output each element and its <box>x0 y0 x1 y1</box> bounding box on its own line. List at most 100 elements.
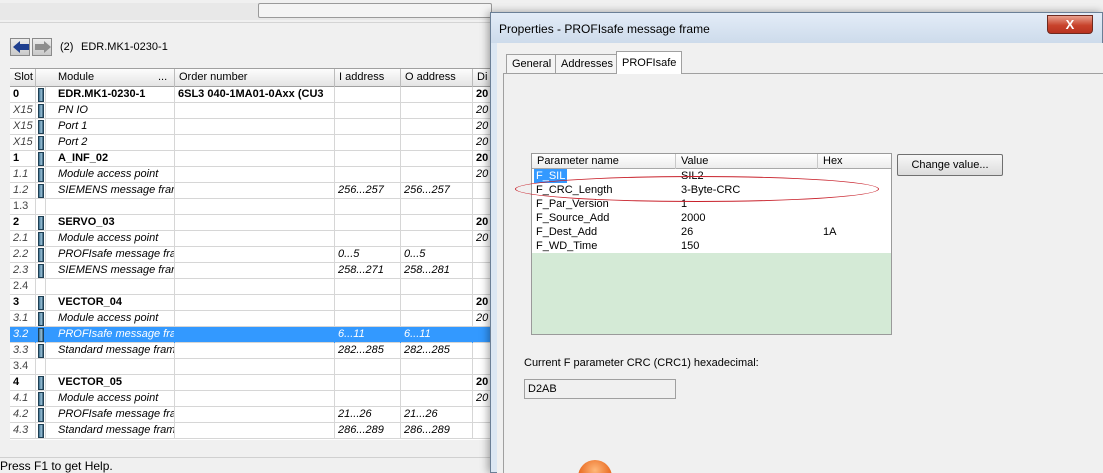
column-header-o-address[interactable]: O address <box>401 69 473 87</box>
module-cell[interactable]: PROFIsafe message fra <box>46 247 175 263</box>
slot-cell[interactable]: 3 <box>10 295 36 311</box>
icon-cell[interactable] <box>36 311 46 327</box>
icon-cell[interactable] <box>36 375 46 391</box>
i-address-cell[interactable]: 21...26 <box>335 407 401 423</box>
icon-cell[interactable] <box>36 263 46 279</box>
module-cell[interactable]: Standard message fram <box>46 343 175 359</box>
o-address-cell[interactable] <box>401 167 473 183</box>
icon-cell[interactable] <box>36 423 46 439</box>
order-number-cell[interactable] <box>175 263 335 279</box>
order-number-cell[interactable] <box>175 231 335 247</box>
order-number-cell[interactable] <box>175 151 335 167</box>
module-cell[interactable]: Port 2 <box>46 135 175 151</box>
i-address-cell[interactable] <box>335 87 401 103</box>
o-address-cell[interactable]: 21...26 <box>401 407 473 423</box>
column-header-hex[interactable]: Hex <box>818 154 891 169</box>
table-row[interactable]: 2.1 Module access point 20 <box>10 231 492 247</box>
i-address-cell[interactable] <box>335 359 401 375</box>
icon-cell[interactable] <box>36 103 46 119</box>
o-address-cell[interactable]: 282...285 <box>401 343 473 359</box>
table-row[interactable]: X15 Port 1 20 <box>10 119 492 135</box>
slot-cell[interactable]: 2.2 <box>10 247 36 263</box>
i-address-cell[interactable] <box>335 279 401 295</box>
i-address-cell[interactable]: 282...285 <box>335 343 401 359</box>
icon-cell[interactable] <box>36 295 46 311</box>
close-button[interactable]: X <box>1047 15 1093 34</box>
i-address-cell[interactable] <box>335 167 401 183</box>
slot-cell[interactable]: 4 <box>10 375 36 391</box>
table-row[interactable]: 1 A_INF_02 20 <box>10 151 492 167</box>
icon-cell[interactable] <box>36 135 46 151</box>
slot-cell[interactable]: X15 <box>10 119 36 135</box>
icon-cell[interactable] <box>36 119 46 135</box>
table-row[interactable]: 4 VECTOR_05 20 <box>10 375 492 391</box>
tab-addresses[interactable]: Addresses <box>555 54 619 73</box>
slot-cell[interactable]: 2.1 <box>10 231 36 247</box>
scrollbar-thumb[interactable] <box>258 3 492 18</box>
module-cell[interactable]: Port 1 <box>46 119 175 135</box>
table-row[interactable]: 2.3 SIEMENS message fran 258...271 258...28… <box>10 263 492 279</box>
order-number-cell[interactable] <box>175 247 335 263</box>
order-number-cell[interactable]: 6SL3 040-1MA01-0Axx (CU3 <box>175 87 335 103</box>
order-number-cell[interactable] <box>175 375 335 391</box>
i-address-cell[interactable] <box>335 375 401 391</box>
module-cell[interactable]: VECTOR_05 <box>46 375 175 391</box>
order-number-cell[interactable] <box>175 327 335 343</box>
slot-cell[interactable]: 2.4 <box>10 279 36 295</box>
slot-cell[interactable]: X15 <box>10 103 36 119</box>
module-cell[interactable]: PN IO <box>46 103 175 119</box>
o-address-cell[interactable] <box>401 215 473 231</box>
order-number-cell[interactable] <box>175 391 335 407</box>
column-header-i-address[interactable]: I address <box>335 69 401 87</box>
table-row[interactable]: 4.1 Module access point 20 <box>10 391 492 407</box>
i-address-cell[interactable] <box>335 151 401 167</box>
icon-cell[interactable] <box>36 183 46 199</box>
module-cell[interactable] <box>46 279 175 295</box>
module-cell[interactable]: Module access point <box>46 311 175 327</box>
module-cell[interactable]: VECTOR_04 <box>46 295 175 311</box>
table-row[interactable]: 2.4 <box>10 279 492 295</box>
table-row[interactable]: 1.3 <box>10 199 492 215</box>
order-number-cell[interactable] <box>175 103 335 119</box>
o-address-cell[interactable] <box>401 87 473 103</box>
order-number-cell[interactable] <box>175 183 335 199</box>
i-address-cell[interactable]: 6...11 <box>335 327 401 343</box>
o-address-cell[interactable] <box>401 135 473 151</box>
icon-cell[interactable] <box>36 199 46 215</box>
o-address-cell[interactable] <box>401 375 473 391</box>
slot-cell[interactable]: 1.2 <box>10 183 36 199</box>
o-address-cell[interactable] <box>401 311 473 327</box>
i-address-cell[interactable] <box>335 391 401 407</box>
table-row[interactable]: 2.2 PROFIsafe message fra 0...5 0...5 <box>10 247 492 263</box>
o-address-cell[interactable]: 256...257 <box>401 183 473 199</box>
i-address-cell[interactable] <box>335 311 401 327</box>
slot-cell[interactable]: 4.3 <box>10 423 36 439</box>
table-row[interactable]: 3.2 PROFIsafe message fra 6...11 6...11 <box>10 327 492 343</box>
parameter-row[interactable]: F_SIL SIL2 <box>532 169 891 183</box>
parameter-row[interactable]: F_CRC_Length 3-Byte-CRC <box>532 183 891 197</box>
icon-cell[interactable] <box>36 359 46 375</box>
module-cell[interactable]: Module access point <box>46 231 175 247</box>
order-number-cell[interactable] <box>175 343 335 359</box>
icon-cell[interactable] <box>36 151 46 167</box>
slot-cell[interactable]: 1 <box>10 151 36 167</box>
order-number-cell[interactable] <box>175 311 335 327</box>
order-number-cell[interactable] <box>175 119 335 135</box>
order-number-cell[interactable] <box>175 199 335 215</box>
o-address-cell[interactable] <box>401 391 473 407</box>
module-cell[interactable]: EDR.MK1-0230-1 <box>46 87 175 103</box>
module-cell[interactable] <box>46 359 175 375</box>
slot-cell[interactable]: 4.2 <box>10 407 36 423</box>
i-address-cell[interactable] <box>335 135 401 151</box>
i-address-cell[interactable] <box>335 119 401 135</box>
o-address-cell[interactable] <box>401 359 473 375</box>
table-row[interactable]: 3.1 Module access point 20 <box>10 311 492 327</box>
icon-cell[interactable] <box>36 215 46 231</box>
parameter-row[interactable]: F_Source_Add 2000 <box>532 211 891 225</box>
module-cell[interactable]: Standard message fram <box>46 423 175 439</box>
i-address-cell[interactable] <box>335 103 401 119</box>
slot-cell[interactable]: 2.3 <box>10 263 36 279</box>
slot-cell[interactable]: 2 <box>10 215 36 231</box>
dialog-titlebar[interactable]: Properties - PROFIsafe message frame X <box>491 13 1102 43</box>
table-row[interactable]: 2 SERVO_03 20 <box>10 215 492 231</box>
